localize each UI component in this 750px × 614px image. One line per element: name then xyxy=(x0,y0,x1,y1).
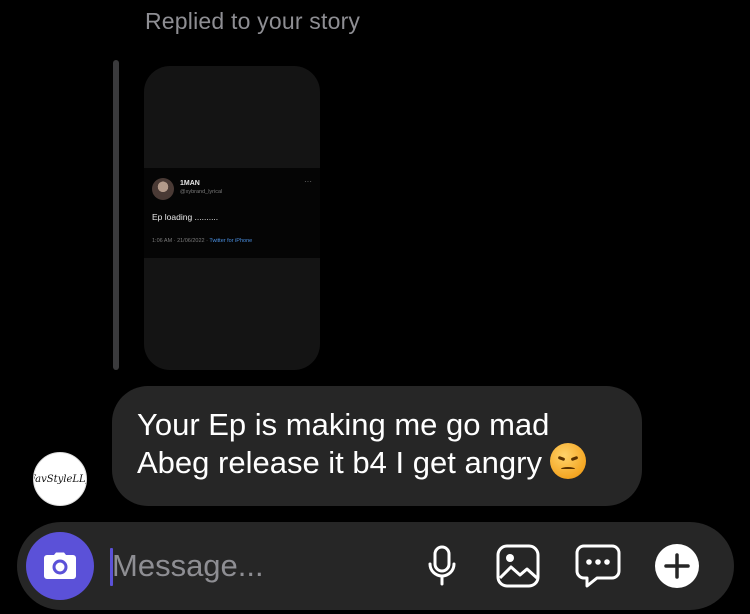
story-preview-card[interactable]: 1MAN @xybrand_lyrical ··· Ep loading ...… xyxy=(144,66,320,370)
voice-message-button[interactable] xyxy=(418,542,466,590)
sender-avatar-text: FavStyleLLy xyxy=(34,473,86,485)
sticker-button[interactable] xyxy=(574,542,622,590)
gallery-button[interactable] xyxy=(494,542,542,590)
image-icon xyxy=(496,544,540,588)
reply-indicator-bar xyxy=(113,60,119,370)
more-options-button[interactable] xyxy=(653,542,701,590)
plus-circle-icon xyxy=(655,544,699,588)
message-composer xyxy=(17,522,734,610)
replied-to-story-label: Replied to your story xyxy=(145,8,361,34)
tweet-text: Ep loading .......... xyxy=(152,212,219,222)
tweet-author-name: 1MAN xyxy=(180,180,200,187)
chat-bubble-icon xyxy=(575,544,621,588)
tweet-meta: 1:06 AM · 21/06/2022 · Twitter for iPhon… xyxy=(152,238,252,244)
tweet-more-icon: ··· xyxy=(304,177,312,186)
tweet-author-handle: @xybrand_lyrical xyxy=(180,189,223,195)
message-bubble[interactable]: Your Ep is making me go mad Abeg release… xyxy=(112,386,642,506)
camera-button[interactable] xyxy=(26,532,94,600)
tweet-timestamp: 1:06 AM · 21/06/2022 · xyxy=(152,238,210,244)
tweet-screenshot: 1MAN @xybrand_lyrical ··· Ep loading ...… xyxy=(144,168,320,258)
tweet-avatar xyxy=(152,178,174,200)
message-line-2-text: Abeg release it b4 I get angry xyxy=(137,445,542,480)
sender-avatar[interactable]: FavStyleLLy xyxy=(33,452,87,506)
message-input[interactable] xyxy=(112,544,402,588)
message-line-2: Abeg release it b4 I get angry xyxy=(137,443,616,481)
message-line-1: Your Ep is making me go mad xyxy=(137,407,550,442)
camera-icon xyxy=(44,552,76,579)
angry-face-icon xyxy=(549,443,586,479)
microphone-icon xyxy=(428,545,456,586)
tweet-source: Twitter for iPhone xyxy=(209,238,253,244)
dm-thread-screen: Replied to your story 1MAN @xybrand_lyri… xyxy=(0,0,750,614)
